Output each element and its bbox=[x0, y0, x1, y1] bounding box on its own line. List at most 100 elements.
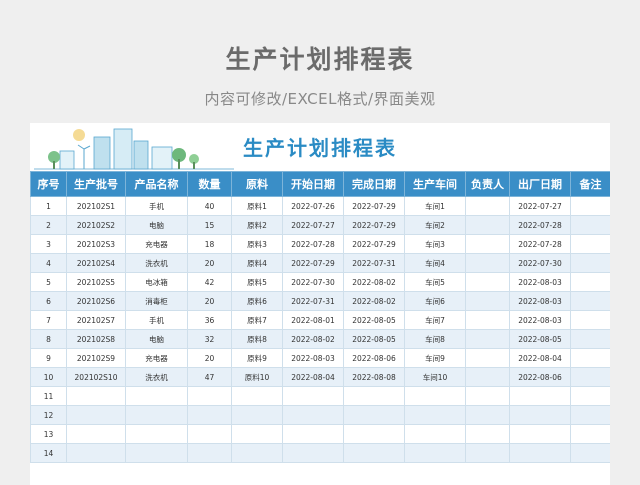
table-cell[interactable] bbox=[465, 424, 510, 444]
table-cell[interactable]: 原料3 bbox=[231, 234, 283, 254]
table-cell[interactable]: 202102S7 bbox=[66, 310, 126, 330]
table-cell[interactable] bbox=[404, 424, 466, 444]
table-cell[interactable] bbox=[465, 405, 510, 425]
table-cell[interactable]: 2022-07-31 bbox=[343, 253, 405, 273]
table-cell[interactable]: 2022-08-01 bbox=[282, 310, 344, 330]
table-cell[interactable]: 202102S8 bbox=[66, 329, 126, 349]
table-cell[interactable]: 充电器 bbox=[125, 234, 188, 254]
table-cell[interactable]: 手机 bbox=[125, 196, 188, 216]
column-header[interactable]: 生产车间 bbox=[404, 171, 466, 197]
table-cell[interactable] bbox=[187, 386, 232, 406]
table-cell[interactable] bbox=[465, 443, 510, 463]
table-cell[interactable] bbox=[465, 386, 510, 406]
column-header[interactable]: 原料 bbox=[231, 171, 283, 197]
table-cell[interactable]: 2022-08-05 bbox=[509, 329, 571, 349]
column-header[interactable]: 序号 bbox=[30, 171, 67, 197]
table-cell[interactable] bbox=[570, 405, 610, 425]
table-cell[interactable]: 2022-08-02 bbox=[282, 329, 344, 349]
column-header[interactable]: 出厂日期 bbox=[509, 171, 571, 197]
table-cell[interactable]: 1 bbox=[30, 196, 67, 216]
table-cell[interactable]: 车间2 bbox=[404, 215, 466, 235]
table-cell[interactable]: 202102S10 bbox=[66, 367, 126, 387]
table-cell[interactable]: 原料9 bbox=[231, 348, 283, 368]
table-cell[interactable]: 20 bbox=[187, 348, 232, 368]
table-cell[interactable]: 202102S6 bbox=[66, 291, 126, 311]
table-cell[interactable]: 车间5 bbox=[404, 272, 466, 292]
table-cell[interactable]: 32 bbox=[187, 329, 232, 349]
table-cell[interactable] bbox=[570, 253, 610, 273]
table-cell[interactable] bbox=[282, 443, 344, 463]
table-cell[interactable]: 202102S4 bbox=[66, 253, 126, 273]
table-cell[interactable]: 2022-08-03 bbox=[509, 310, 571, 330]
table-cell[interactable]: 8 bbox=[30, 329, 67, 349]
table-cell[interactable] bbox=[570, 291, 610, 311]
table-cell[interactable] bbox=[343, 386, 405, 406]
table-cell[interactable]: 2022-07-30 bbox=[282, 272, 344, 292]
table-cell[interactable]: 2022-08-06 bbox=[509, 367, 571, 387]
table-cell[interactable] bbox=[125, 405, 188, 425]
table-cell[interactable]: 4 bbox=[30, 253, 67, 273]
table-cell[interactable]: 42 bbox=[187, 272, 232, 292]
table-cell[interactable]: 2 bbox=[30, 215, 67, 235]
table-cell[interactable]: 原料5 bbox=[231, 272, 283, 292]
table-cell[interactable] bbox=[231, 443, 283, 463]
table-cell[interactable]: 202102S1 bbox=[66, 196, 126, 216]
table-cell[interactable]: 2022-07-29 bbox=[282, 253, 344, 273]
table-cell[interactable] bbox=[509, 386, 571, 406]
table-cell[interactable]: 车间4 bbox=[404, 253, 466, 273]
table-cell[interactable] bbox=[125, 443, 188, 463]
table-cell[interactable] bbox=[570, 329, 610, 349]
table-cell[interactable] bbox=[187, 405, 232, 425]
table-cell[interactable]: 12 bbox=[30, 405, 67, 425]
table-cell[interactable] bbox=[570, 443, 610, 463]
table-cell[interactable]: 2022-07-29 bbox=[343, 234, 405, 254]
table-cell[interactable]: 15 bbox=[187, 215, 232, 235]
table-cell[interactable]: 电脑 bbox=[125, 329, 188, 349]
table-cell[interactable] bbox=[465, 310, 510, 330]
table-cell[interactable]: 2022-07-31 bbox=[282, 291, 344, 311]
table-cell[interactable] bbox=[187, 443, 232, 463]
table-cell[interactable] bbox=[570, 367, 610, 387]
table-cell[interactable]: 原料7 bbox=[231, 310, 283, 330]
table-cell[interactable] bbox=[66, 424, 126, 444]
table-cell[interactable]: 2022-08-02 bbox=[343, 291, 405, 311]
table-cell[interactable] bbox=[343, 405, 405, 425]
table-cell[interactable]: 电脑 bbox=[125, 215, 188, 235]
table-cell[interactable] bbox=[570, 386, 610, 406]
table-cell[interactable]: 充电器 bbox=[125, 348, 188, 368]
table-cell[interactable] bbox=[570, 272, 610, 292]
table-cell[interactable]: 车间9 bbox=[404, 348, 466, 368]
table-cell[interactable] bbox=[465, 291, 510, 311]
table-cell[interactable] bbox=[343, 424, 405, 444]
table-cell[interactable] bbox=[465, 272, 510, 292]
table-cell[interactable]: 202102S9 bbox=[66, 348, 126, 368]
table-cell[interactable] bbox=[231, 424, 283, 444]
table-cell[interactable] bbox=[509, 443, 571, 463]
table-cell[interactable]: 202102S5 bbox=[66, 272, 126, 292]
table-cell[interactable] bbox=[465, 196, 510, 216]
table-cell[interactable] bbox=[404, 443, 466, 463]
table-cell[interactable]: 2022-08-03 bbox=[282, 348, 344, 368]
table-cell[interactable]: 2022-07-29 bbox=[343, 196, 405, 216]
table-cell[interactable]: 2022-07-28 bbox=[509, 234, 571, 254]
table-cell[interactable] bbox=[282, 405, 344, 425]
column-header[interactable]: 数量 bbox=[187, 171, 232, 197]
table-cell[interactable]: 2022-07-30 bbox=[509, 253, 571, 273]
table-cell[interactable]: 47 bbox=[187, 367, 232, 387]
table-cell[interactable]: 电冰箱 bbox=[125, 272, 188, 292]
table-cell[interactable]: 14 bbox=[30, 443, 67, 463]
table-cell[interactable]: 原料10 bbox=[231, 367, 283, 387]
table-cell[interactable]: 2022-07-27 bbox=[509, 196, 571, 216]
table-cell[interactable]: 20 bbox=[187, 291, 232, 311]
table-cell[interactable]: 40 bbox=[187, 196, 232, 216]
table-cell[interactable]: 洗衣机 bbox=[125, 253, 188, 273]
table-cell[interactable] bbox=[125, 424, 188, 444]
table-cell[interactable]: 车间7 bbox=[404, 310, 466, 330]
table-cell[interactable]: 2022-08-03 bbox=[509, 272, 571, 292]
table-cell[interactable]: 手机 bbox=[125, 310, 188, 330]
table-cell[interactable]: 5 bbox=[30, 272, 67, 292]
table-cell[interactable] bbox=[570, 234, 610, 254]
table-cell[interactable] bbox=[66, 443, 126, 463]
table-cell[interactable] bbox=[509, 405, 571, 425]
table-cell[interactable]: 20 bbox=[187, 253, 232, 273]
